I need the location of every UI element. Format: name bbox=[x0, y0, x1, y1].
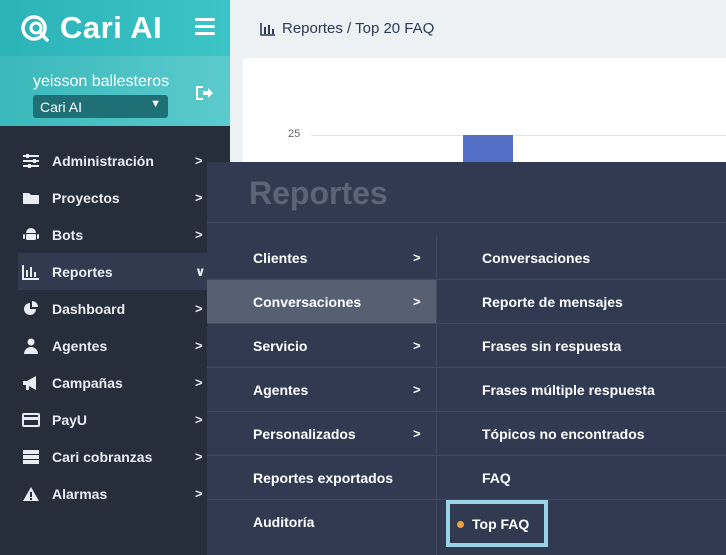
report-reporte-de-mensajes[interactable]: Reporte de mensajes bbox=[437, 280, 726, 324]
sidebar-item-reportes[interactable]: Reportes ∨ bbox=[18, 253, 230, 290]
breadcrumb: Reportes / Top 20 FAQ bbox=[260, 20, 434, 37]
chevron-right-icon: > bbox=[195, 227, 203, 242]
report-frases-sin-respuesta[interactable]: Frases sin respuesta bbox=[437, 324, 726, 368]
category-label: Agentes bbox=[253, 381, 309, 398]
sidebar-item-label: Administración bbox=[52, 152, 154, 169]
sidebar-item-label: Dashboard bbox=[52, 300, 126, 317]
category-personalizados[interactable]: Personalizados > bbox=[207, 412, 436, 456]
chevron-right-icon: > bbox=[195, 190, 203, 205]
chevron-right-icon: > bbox=[413, 250, 421, 265]
cari-logo-icon bbox=[21, 15, 49, 42]
chevron-right-icon: > bbox=[195, 449, 203, 464]
sidebar-item-payu[interactable]: PayU > bbox=[0, 401, 230, 438]
server-icon bbox=[23, 449, 39, 464]
category-auditoria[interactable]: Auditoría bbox=[207, 500, 436, 544]
category-label: Personalizados bbox=[253, 425, 356, 442]
sidebar-item-label: Campañas bbox=[52, 374, 123, 391]
bot-select-value: Cari AI bbox=[40, 98, 83, 115]
conversaciones-submenu: Conversaciones Reporte de mensajes Frase… bbox=[437, 236, 726, 547]
grid-line bbox=[311, 135, 726, 136]
report-faq[interactable]: FAQ bbox=[437, 456, 726, 500]
sidebar-item-campanas[interactable]: Campañas > bbox=[0, 364, 230, 401]
category-label: Servicio bbox=[253, 337, 308, 354]
category-label: Clientes bbox=[253, 249, 308, 266]
sidebar-item-administracion[interactable]: Administración > bbox=[0, 142, 230, 179]
category-label: Conversaciones bbox=[253, 293, 362, 310]
report-label: Frases múltiple respuesta bbox=[482, 381, 655, 398]
chevron-right-icon: > bbox=[413, 338, 421, 353]
category-label: Reportes exportados bbox=[253, 469, 394, 486]
report-categories: Clientes > Conversaciones > Servicio > Agen… bbox=[207, 236, 436, 544]
report-conversaciones[interactable]: Conversaciones bbox=[437, 236, 726, 280]
sidebar-item-label: Reportes bbox=[52, 263, 113, 280]
sliders-icon bbox=[23, 153, 39, 168]
report-frases-multiple-respuesta[interactable]: Frases múltiple respuesta bbox=[437, 368, 726, 412]
sidebar-item-label: PayU bbox=[52, 411, 88, 428]
chevron-right-icon: > bbox=[195, 375, 203, 390]
credit-card-icon bbox=[22, 412, 40, 427]
category-label: Auditoría bbox=[253, 514, 315, 530]
report-label: Reporte de mensajes bbox=[482, 293, 623, 310]
category-servicio[interactable]: Servicio > bbox=[207, 324, 436, 368]
chevron-right-icon: > bbox=[195, 301, 203, 316]
chevron-down-icon: ▼ bbox=[150, 98, 161, 110]
chevron-right-icon: > bbox=[195, 338, 203, 353]
chevron-right-icon: > bbox=[413, 382, 421, 397]
report-topicos-no-encontrados[interactable]: Tópicos no encontrados bbox=[437, 412, 726, 456]
user-panel: yeisson ballesteros Cari AI ▼ bbox=[0, 56, 230, 126]
mega-menu-title: Reportes bbox=[249, 175, 388, 211]
android-icon bbox=[23, 227, 39, 240]
chevron-down-icon: ∨ bbox=[195, 264, 206, 279]
y-tick-label: 25 bbox=[288, 128, 301, 140]
sidebar-item-bots[interactable]: Bots > bbox=[0, 216, 230, 253]
report-label: Conversaciones bbox=[482, 249, 591, 266]
category-clientes[interactable]: Clientes > bbox=[207, 236, 436, 280]
report-label: Tópicos no encontrados bbox=[482, 425, 645, 442]
chevron-right-icon: > bbox=[195, 486, 203, 501]
sidebar-item-agentes[interactable]: Agentes > bbox=[0, 327, 230, 364]
user-icon bbox=[24, 338, 38, 354]
chevron-right-icon: > bbox=[195, 153, 203, 168]
bar-chart-icon bbox=[260, 22, 275, 36]
sidebar-item-proyectos[interactable]: Proyectos > bbox=[0, 179, 230, 216]
category-reportes-exportados[interactable]: Reportes exportados bbox=[207, 456, 436, 500]
sidebar-menu: Administración > Proyectos > Bots > Repo… bbox=[0, 126, 230, 512]
sidebar-item-label: Alarmas bbox=[52, 485, 108, 502]
sidebar-item-label: Cari cobranzas bbox=[52, 448, 153, 465]
sidebar-item-cari-cobranzas[interactable]: Cari cobranzas > bbox=[0, 438, 230, 475]
sidebar-item-label: Agentes bbox=[52, 337, 108, 354]
logout-icon[interactable] bbox=[194, 83, 214, 103]
sidebar-item-dashboard[interactable]: Dashboard > bbox=[0, 290, 230, 327]
chevron-right-icon: > bbox=[195, 412, 203, 427]
pie-chart-icon bbox=[24, 300, 38, 315]
sidebar-item-label: Bots bbox=[52, 226, 84, 243]
chevron-right-icon: > bbox=[413, 294, 421, 309]
sidebar-item-alarmas[interactable]: Alarmas > bbox=[0, 475, 230, 512]
chevron-right-icon: > bbox=[413, 426, 421, 441]
folder-icon bbox=[23, 192, 39, 204]
report-label: FAQ bbox=[482, 469, 511, 486]
category-agentes[interactable]: Agentes > bbox=[207, 368, 436, 412]
bar-chart-icon bbox=[22, 264, 39, 280]
report-label: Top FAQ bbox=[472, 515, 530, 532]
report-top-faq[interactable]: Top FAQ bbox=[446, 500, 548, 547]
active-dot-icon bbox=[457, 521, 464, 528]
brand-header: Cari AI bbox=[0, 0, 230, 56]
sidebar-item-label: Proyectos bbox=[52, 189, 120, 206]
report-label: Frases sin respuesta bbox=[482, 337, 622, 354]
breadcrumb-text: Reportes / Top 20 FAQ bbox=[282, 20, 435, 37]
reportes-mega-menu: Reportes Clientes > Conversaciones > Servi… bbox=[207, 162, 726, 555]
divider bbox=[207, 222, 726, 223]
category-conversaciones[interactable]: Conversaciones > bbox=[207, 280, 436, 324]
bot-select[interactable]: Cari AI ▼ bbox=[33, 95, 168, 118]
sidebar: Cari AI yeisson ballesteros Cari AI ▼ Ad… bbox=[0, 0, 230, 555]
warning-icon bbox=[23, 486, 39, 501]
megaphone-icon bbox=[23, 375, 36, 390]
hamburger-menu-icon[interactable] bbox=[195, 18, 215, 35]
brand-name: Cari AI bbox=[60, 10, 163, 45]
